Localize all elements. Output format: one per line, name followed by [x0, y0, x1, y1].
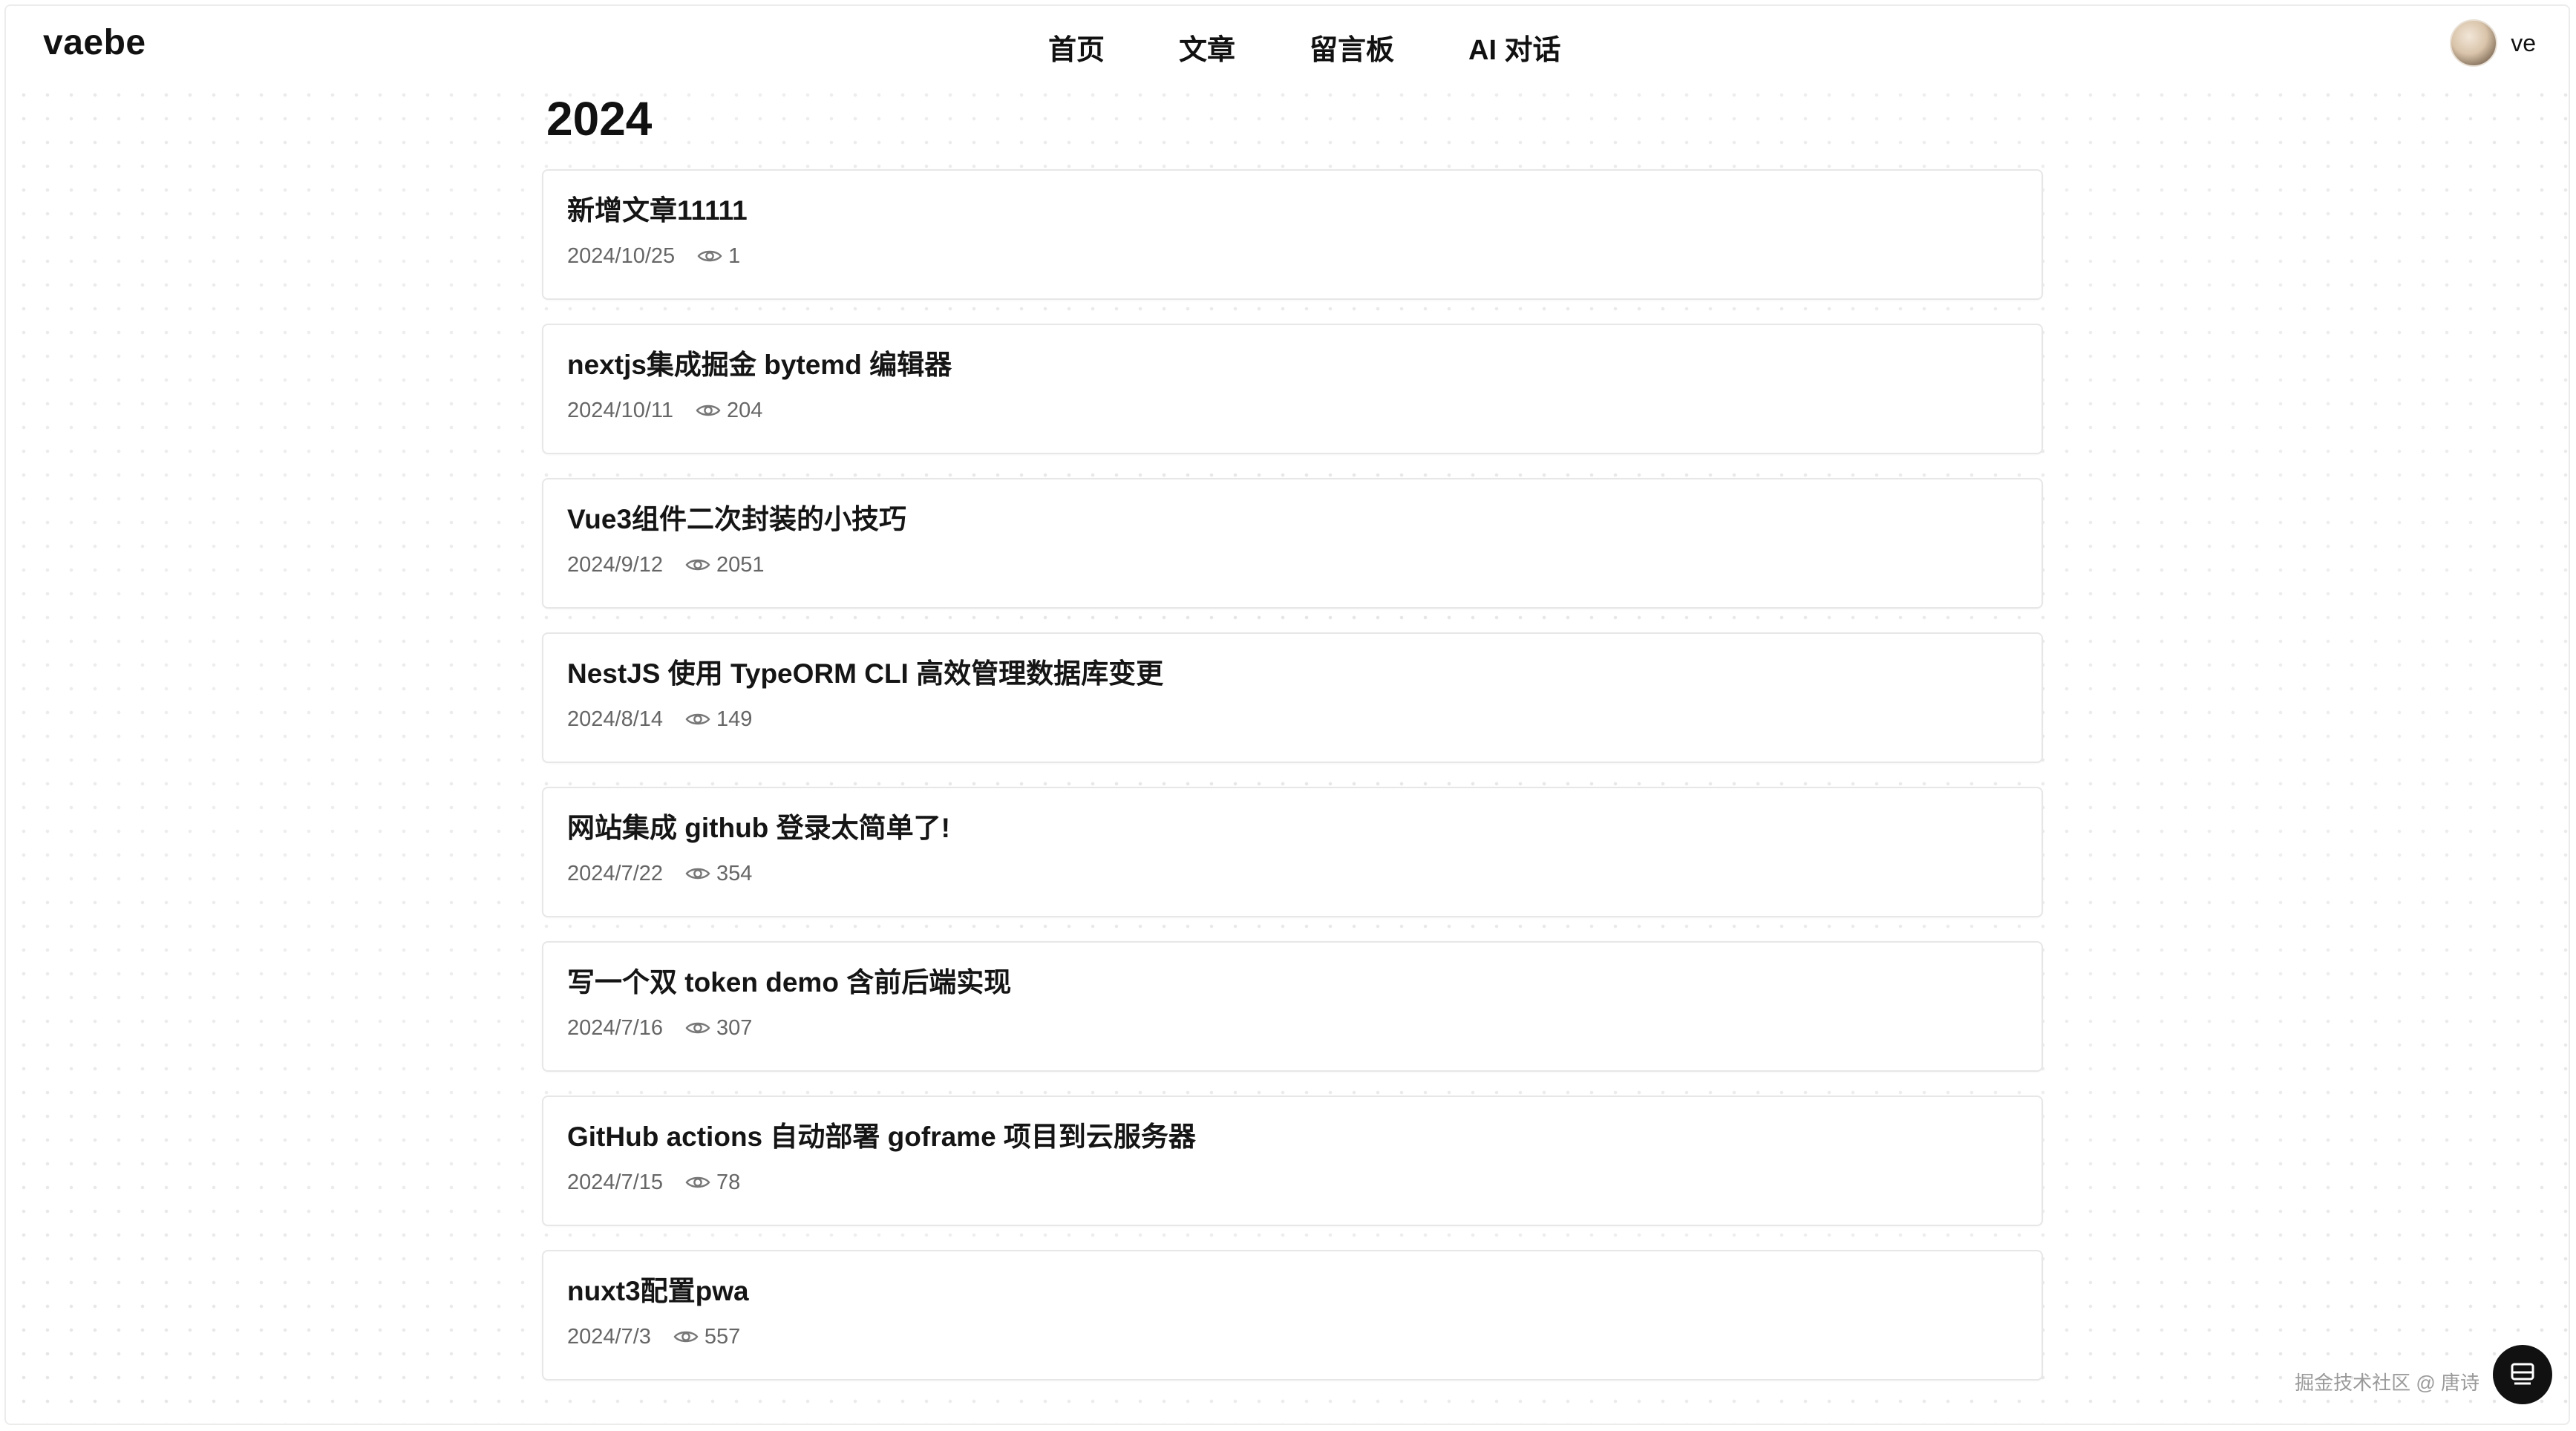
article-title[interactable]: NestJS 使用 TypeORM CLI 高效管理数据库变更 — [567, 658, 2018, 690]
article-view-count: 307 — [716, 1015, 753, 1040]
user-name[interactable]: ve — [2511, 30, 2536, 57]
article-card[interactable]: GitHub actions 自动部署 goframe 项目到云服务器 2024… — [542, 1096, 2043, 1226]
article-meta: 2024/7/3 557 — [567, 1325, 2018, 1349]
article-title[interactable]: 网站集成 github 登录太简单了! — [567, 813, 2018, 844]
article-views: 149 — [685, 707, 752, 732]
eye-icon — [673, 1331, 699, 1343]
nav-item-message-board[interactable]: 留言板 — [1310, 27, 1394, 68]
eye-icon — [685, 1022, 710, 1034]
article-view-count: 149 — [716, 707, 753, 731]
article-date: 2024/10/11 — [567, 398, 673, 422]
eye-icon — [697, 250, 722, 262]
article-card[interactable]: nextjs集成掘金 bytemd 编辑器 2024/10/11 204 — [542, 324, 2043, 454]
article-views: 204 — [696, 399, 762, 423]
article-views: 1 — [697, 244, 740, 269]
avatar[interactable] — [2450, 19, 2498, 67]
article-view-count: 2051 — [716, 552, 765, 577]
article-view-count: 354 — [716, 861, 753, 885]
message-box-icon — [2511, 1363, 2534, 1385]
article-title[interactable]: 写一个双 token demo 含前后端实现 — [567, 967, 2018, 998]
eye-icon — [685, 713, 710, 725]
user-menu[interactable]: ve — [2450, 19, 2536, 67]
article-card[interactable]: 新增文章11111 2024/10/25 1 — [542, 169, 2043, 300]
article-date: 2024/7/16 — [567, 1015, 664, 1040]
article-date: 2024/7/15 — [567, 1170, 664, 1194]
article-date: 2024/10/25 — [567, 243, 676, 268]
eye-icon — [696, 405, 721, 416]
article-title[interactable]: nextjs集成掘金 bytemd 编辑器 — [567, 350, 2018, 381]
nav-item-ai-chat[interactable]: AI 对话 — [1468, 27, 1561, 68]
article-view-count: 204 — [727, 398, 763, 422]
article-list: 新增文章11111 2024/10/25 1 nextjs集成掘金 bytemd… — [542, 169, 2043, 1381]
article-views: 557 — [673, 1325, 740, 1349]
year-heading: 2024 — [546, 92, 653, 145]
article-meta: 2024/10/25 1 — [567, 244, 2018, 269]
archive-content: 2024 新增文章11111 2024/10/25 1 nextjs集成掘金 b… — [542, 95, 2043, 1381]
nav-item-articles[interactable]: 文章 — [1179, 27, 1235, 68]
app-frame: vaebe 首页 文章 留言板 AI 对话 ve 2024 新增文章11111 … — [4, 4, 2570, 1425]
article-view-count: 78 — [716, 1170, 741, 1194]
article-view-count: 557 — [704, 1324, 741, 1349]
article-meta: 2024/7/22 354 — [567, 862, 2018, 886]
article-title[interactable]: 新增文章11111 — [567, 195, 2018, 226]
article-views: 2051 — [685, 553, 765, 577]
floating-message-button[interactable] — [2493, 1345, 2552, 1404]
article-meta: 2024/7/15 78 — [567, 1170, 2018, 1195]
article-card[interactable]: nuxt3配置pwa 2024/7/3 557 — [542, 1250, 2043, 1381]
article-title[interactable]: Vue3组件二次封装的小技巧 — [567, 504, 2018, 535]
article-meta: 2024/9/12 2051 — [567, 553, 2018, 577]
site-logo[interactable]: vaebe — [43, 22, 146, 63]
article-date: 2024/7/22 — [567, 861, 664, 885]
article-meta: 2024/7/16 307 — [567, 1016, 2018, 1041]
article-views: 78 — [685, 1170, 740, 1195]
article-view-count: 1 — [728, 243, 741, 268]
article-views: 354 — [685, 862, 752, 886]
article-title[interactable]: GitHub actions 自动部署 goframe 项目到云服务器 — [567, 1121, 2018, 1153]
article-card[interactable]: NestJS 使用 TypeORM CLI 高效管理数据库变更 2024/8/1… — [542, 632, 2043, 763]
article-date: 2024/9/12 — [567, 552, 664, 577]
article-views: 307 — [685, 1016, 752, 1041]
article-card[interactable]: 写一个双 token demo 含前后端实现 2024/7/16 307 — [542, 941, 2043, 1072]
article-card[interactable]: Vue3组件二次封装的小技巧 2024/9/12 2051 — [542, 478, 2043, 609]
watermark-text: 掘金技术社区 @ 唐诗 — [2295, 1372, 2479, 1394]
article-date: 2024/8/14 — [567, 707, 664, 731]
eye-icon — [685, 868, 710, 880]
eye-icon — [685, 1176, 710, 1188]
article-card[interactable]: 网站集成 github 登录太简单了! 2024/7/22 354 — [542, 787, 2043, 917]
article-meta: 2024/10/11 204 — [567, 399, 2018, 423]
top-nav-bar: vaebe 首页 文章 留言板 AI 对话 ve — [6, 6, 2569, 86]
eye-icon — [685, 559, 710, 571]
nav-item-home[interactable]: 首页 — [1048, 27, 1105, 68]
article-date: 2024/7/3 — [567, 1324, 651, 1349]
article-title[interactable]: nuxt3配置pwa — [567, 1276, 2018, 1307]
article-meta: 2024/8/14 149 — [567, 707, 2018, 732]
